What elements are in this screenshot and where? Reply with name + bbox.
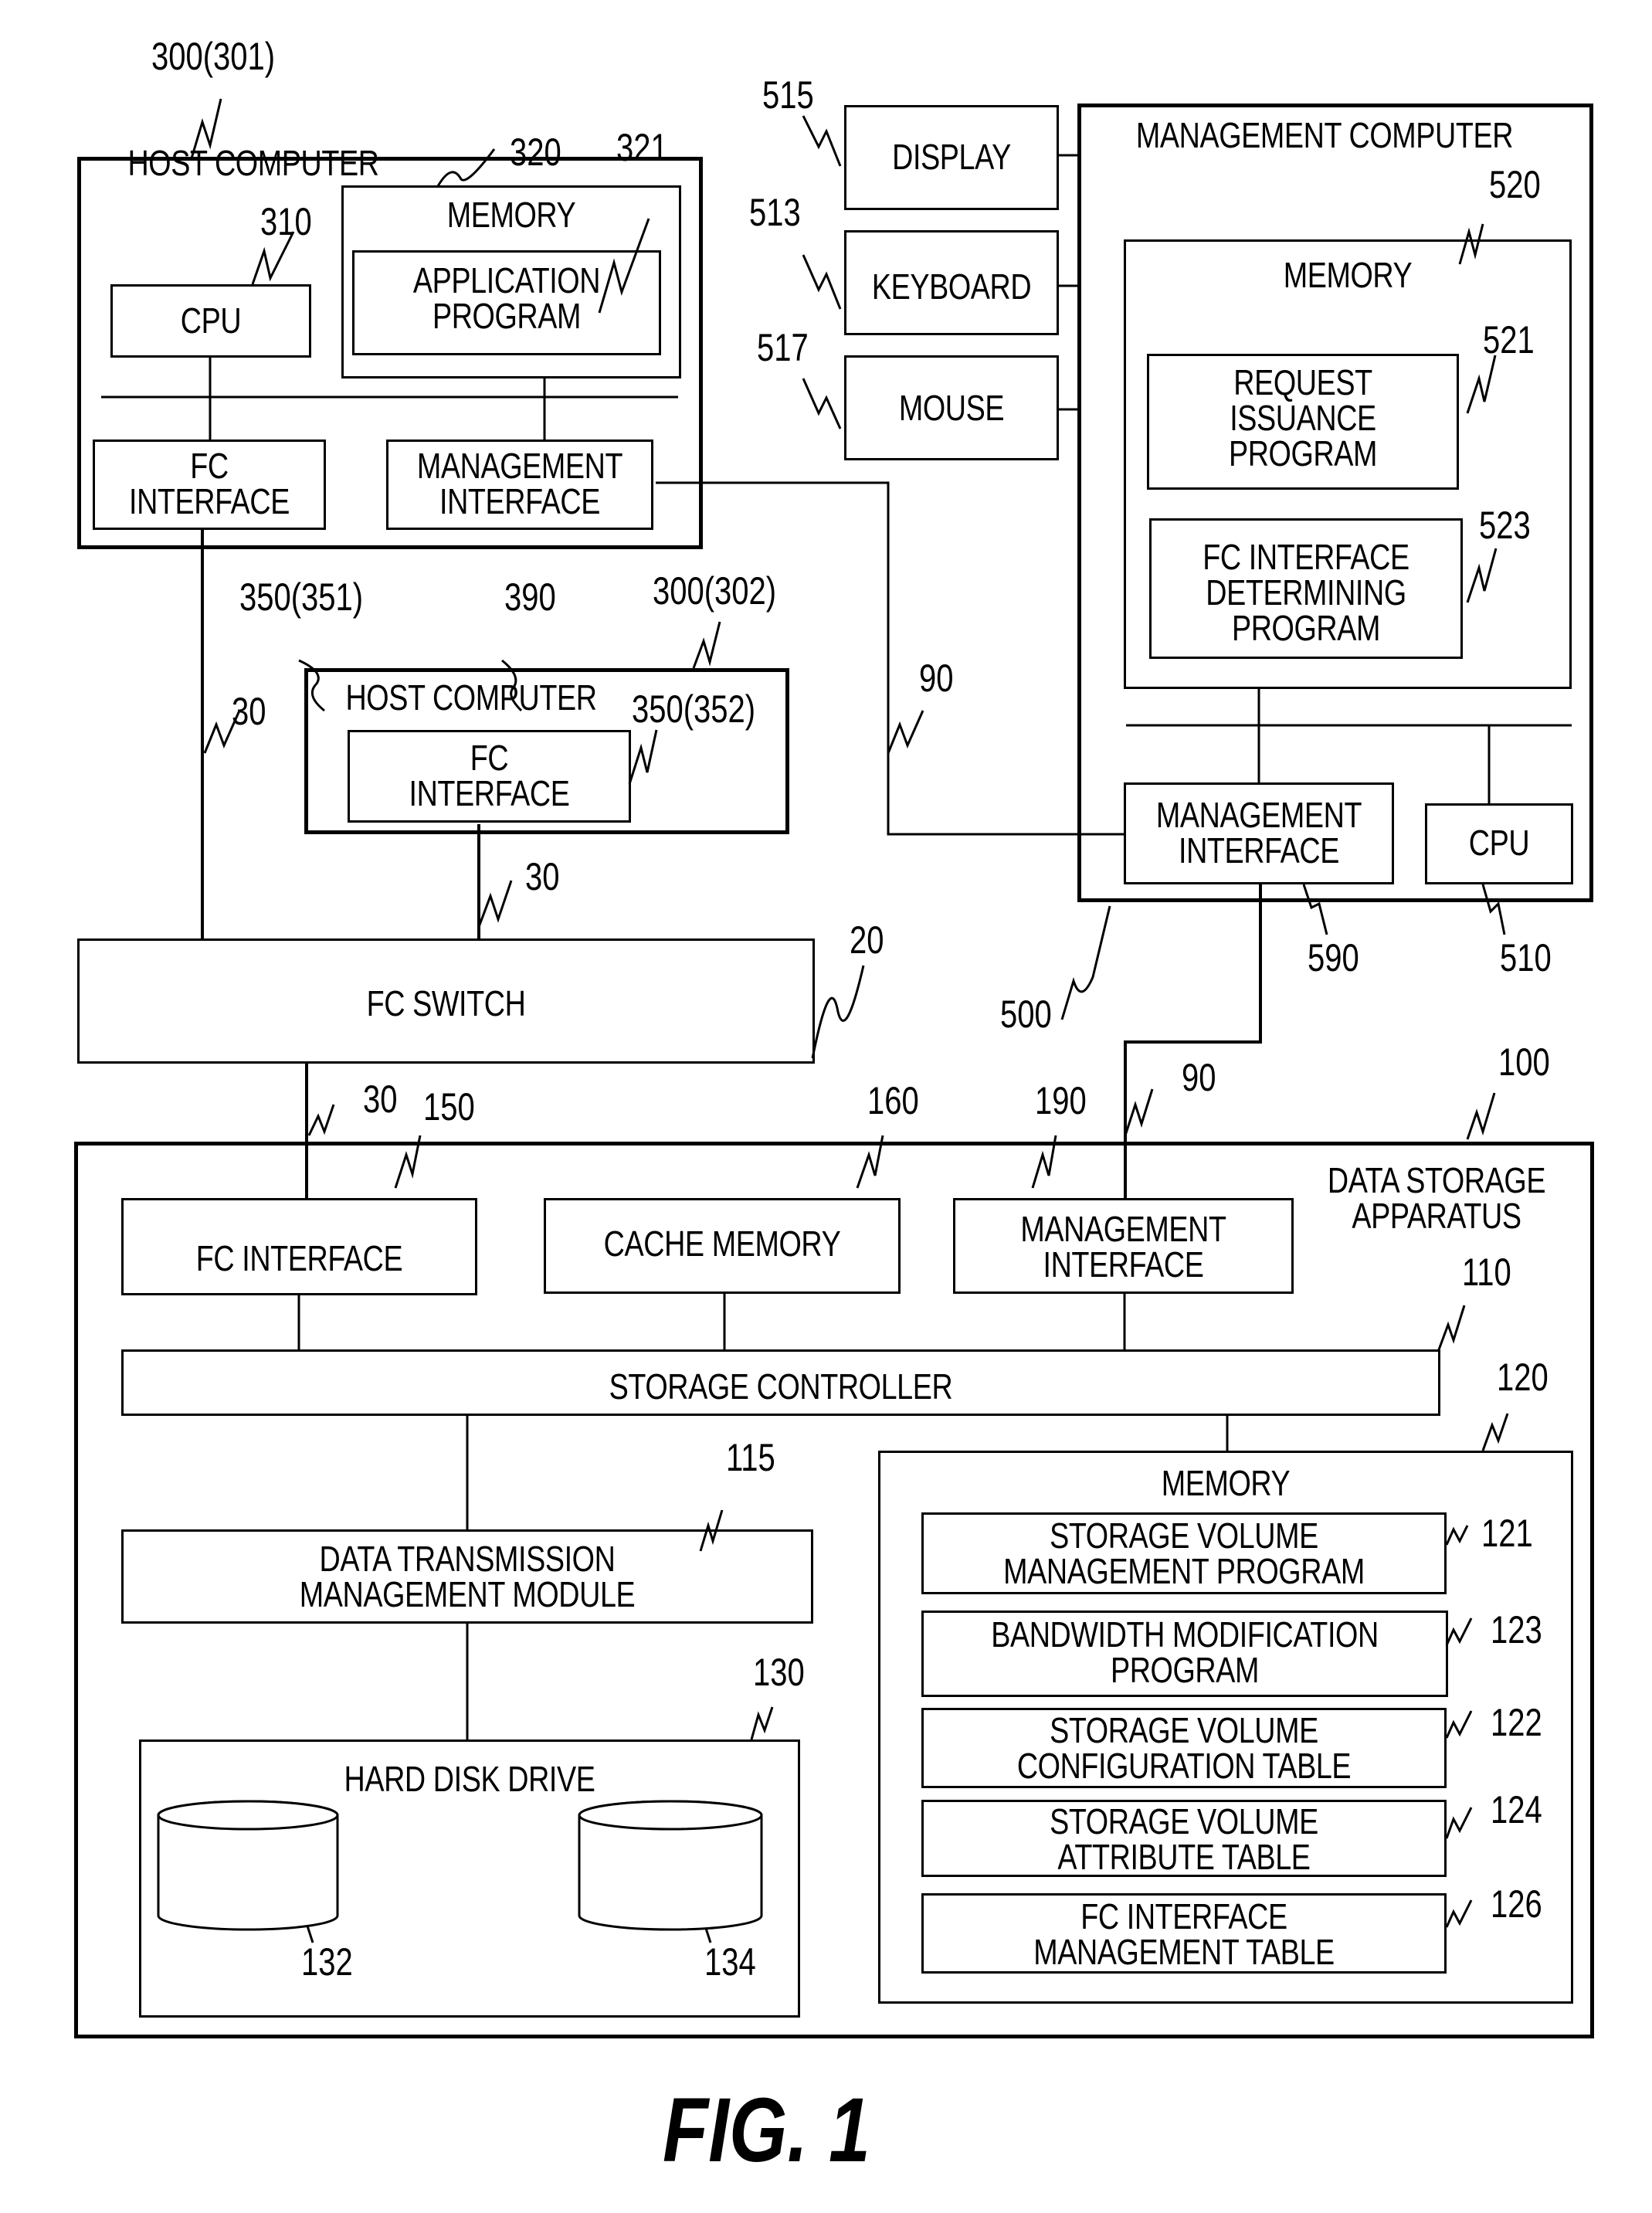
ref-190: 190 — [1035, 1079, 1087, 1122]
ref-host-1: 300(301) — [151, 35, 276, 78]
storage-management-interface-label: MANAGEMENT INTERFACE — [1020, 1209, 1226, 1285]
ref-520: 520 — [1489, 163, 1541, 206]
ref-132: 132 — [301, 1940, 353, 1984]
ref-130: 130 — [753, 1651, 805, 1694]
ref-100: 100 — [1498, 1040, 1550, 1084]
host1-fc-interface-label: FC INTERFACE — [129, 446, 290, 521]
leader-515 — [802, 115, 842, 167]
data-transmission-module-label: DATA TRANSMISSION MANAGEMENT MODULE — [299, 1539, 636, 1614]
leader-100 — [1466, 1092, 1496, 1140]
mgmt-cpu-label: CPU — [1468, 823, 1530, 863]
ref-126: 126 — [1491, 1882, 1542, 1926]
memory-item-label: STORAGE VOLUME CONFIGURATION TABLE — [1016, 1710, 1352, 1786]
memory-item-label: BANDWIDTH MODIFICATION PROGRAM — [991, 1614, 1379, 1690]
ref-160: 160 — [867, 1079, 919, 1122]
ref-122: 122 — [1491, 1701, 1542, 1744]
ref-123: 123 — [1491, 1608, 1542, 1651]
fc-switch-label: FC SWITCH — [366, 983, 526, 1023]
ref-134: 134 — [704, 1940, 756, 1984]
host1-cpu-label: CPU — [180, 300, 242, 341]
mgmt-management-interface-label: MANAGEMENT INTERFACE — [1155, 795, 1362, 871]
ref-321: 321 — [616, 126, 668, 169]
ref-590: 590 — [1308, 936, 1359, 979]
ref-500: 500 — [1000, 993, 1052, 1036]
ref-121: 121 — [1481, 1512, 1533, 1555]
host1-memory-label: MEMORY — [446, 195, 576, 235]
ref-30-storage: 30 — [363, 1078, 398, 1121]
hard-disk-drive-label: HARD DISK DRIVE — [344, 1759, 595, 1799]
ref-352: 350(352) — [632, 687, 756, 731]
cache-memory-label: CACHE MEMORY — [603, 1224, 841, 1264]
host-computer-1-title: HOST COMPUTER — [127, 143, 379, 183]
mgmt-memory-label: MEMORY — [1283, 255, 1413, 295]
leader-30b — [477, 880, 513, 928]
ref-30-host2: 30 — [525, 855, 560, 898]
management-computer-title: MANAGEMENT COMPUTER — [1135, 115, 1514, 155]
ref-521: 521 — [1483, 318, 1535, 361]
memory-item-label: STORAGE VOLUME ATTRIBUTE TABLE — [1050, 1801, 1318, 1877]
leader-30c — [307, 1104, 335, 1136]
display-label: DISPLAY — [892, 137, 1011, 177]
ref-124: 124 — [1491, 1788, 1542, 1831]
host2-fc-interface-label: FC INTERFACE — [409, 738, 570, 813]
ref-390: 390 — [504, 575, 556, 619]
request-issuance-program-label: REQUEST ISSUANCE PROGRAM — [1228, 362, 1378, 473]
ref-150: 150 — [423, 1085, 475, 1129]
ref-510: 510 — [1500, 936, 1552, 979]
ref-320: 320 — [510, 131, 561, 174]
ref-120: 120 — [1497, 1356, 1549, 1399]
ref-30-host1: 30 — [232, 690, 266, 733]
figure-caption: FIG. 1 — [663, 2079, 870, 2181]
ref-351: 350(351) — [239, 575, 364, 619]
ref-20: 20 — [850, 918, 884, 962]
ref-110: 110 — [1462, 1251, 1511, 1294]
ref-310: 310 — [260, 200, 312, 243]
ref-517: 517 — [757, 326, 809, 369]
leader-90a — [887, 710, 924, 754]
ref-90-storage: 90 — [1182, 1056, 1216, 1099]
host-computer-2-title: HOST COMPUTER — [345, 677, 597, 718]
ref-115: 115 — [726, 1436, 775, 1479]
leader-20 — [811, 965, 865, 1059]
memory-item-label: FC INTERFACE MANAGEMENT TABLE — [1033, 1896, 1335, 1972]
storage-fc-interface-label: FC INTERFACE — [195, 1238, 403, 1278]
memory-item-label: STORAGE VOLUME MANAGEMENT PROGRAM — [1003, 1515, 1365, 1591]
ref-515: 515 — [762, 73, 814, 117]
mouse-label: MOUSE — [898, 388, 1005, 428]
ref-90-host: 90 — [919, 657, 954, 700]
host1-management-interface-label: MANAGEMENT INTERFACE — [416, 446, 623, 521]
ref-523: 523 — [1479, 504, 1531, 547]
leader-302 — [692, 621, 721, 669]
ref-host-2: 300(302) — [653, 569, 777, 613]
leader-517 — [802, 378, 842, 429]
ref-513: 513 — [749, 191, 801, 234]
storage-memory-label: MEMORY — [1161, 1463, 1291, 1503]
fc-interface-determining-program-label: FC INTERFACE DETERMINING PROGRAM — [1203, 537, 1409, 648]
keyboard-label: KEYBOARD — [871, 266, 1032, 307]
leader-513 — [802, 254, 842, 310]
storage-controller-label: STORAGE CONTROLLER — [609, 1366, 953, 1407]
host1-application-program-label: APPLICATION PROGRAM — [412, 260, 601, 336]
leader-90b — [1124, 1088, 1154, 1136]
leader-500 — [1060, 905, 1111, 1020]
data-storage-title: DATA STORAGE APPARATUS — [1327, 1160, 1546, 1236]
